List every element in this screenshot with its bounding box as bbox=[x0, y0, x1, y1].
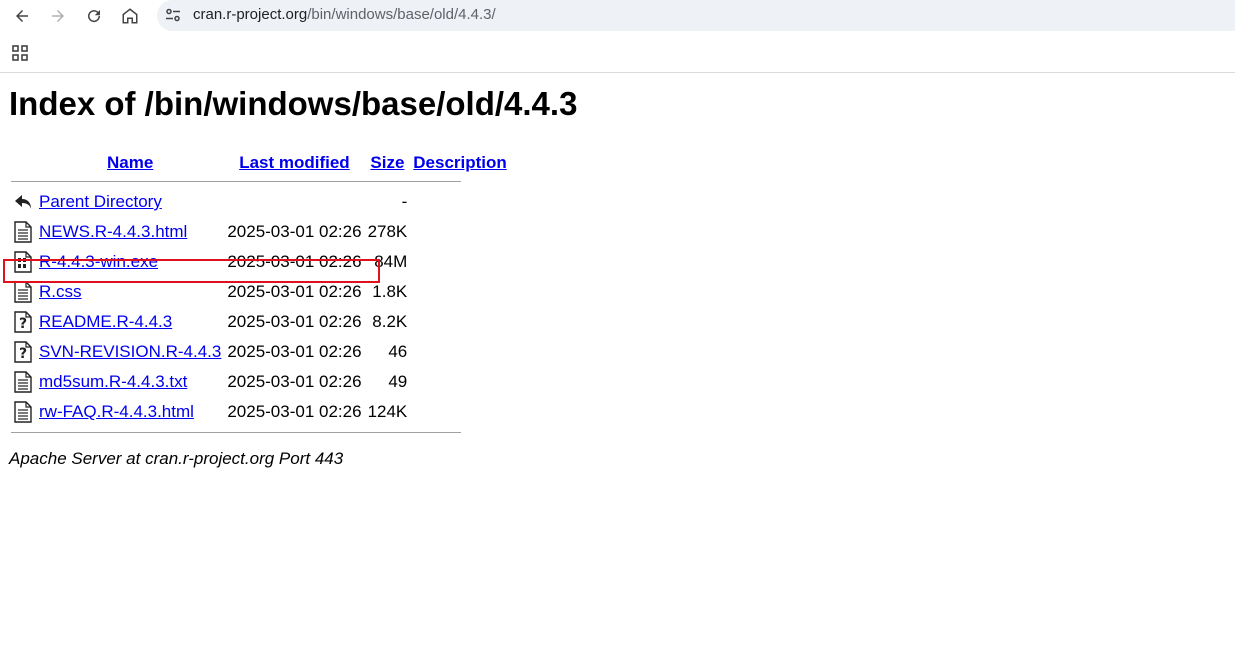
size-cell: 49 bbox=[388, 372, 408, 391]
file-icon-cell bbox=[11, 188, 35, 216]
url-text[interactable]: cran.r-project.org/bin/windows/base/old/… bbox=[193, 6, 496, 23]
file-link[interactable]: Parent Directory bbox=[39, 192, 162, 211]
file-name-cell: SVN-REVISION.R-4.4.3 bbox=[37, 338, 223, 366]
svg-text:?: ? bbox=[19, 346, 27, 362]
back-button[interactable] bbox=[10, 4, 34, 28]
header-description: Description bbox=[411, 151, 509, 175]
file-link[interactable]: md5sum.R-4.4.3.txt bbox=[39, 372, 187, 391]
file-icon-cell: ? bbox=[11, 338, 35, 366]
size-cell: 46 bbox=[388, 342, 408, 361]
file-icon-cell: ? bbox=[11, 308, 35, 336]
table-row: Parent Directory - bbox=[11, 188, 509, 216]
apps-grid-icon[interactable] bbox=[11, 44, 29, 62]
table-row: md5sum.R-4.4.3.txt 2025-03-01 02:26 49 bbox=[11, 368, 509, 396]
header-last-modified: Last modified bbox=[225, 151, 363, 175]
reload-button[interactable] bbox=[82, 4, 106, 28]
last-modified-cell bbox=[225, 188, 363, 216]
divider bbox=[11, 432, 461, 433]
bookmarks-bar bbox=[0, 34, 1235, 73]
back-folder-icon bbox=[13, 191, 33, 213]
description-cell bbox=[411, 368, 509, 396]
server-signature: Apache Server at cran.r-project.org Port… bbox=[9, 449, 344, 468]
svg-text:?: ? bbox=[19, 316, 27, 332]
site-settings-icon[interactable] bbox=[165, 7, 181, 23]
file-rows: Parent Directory - NEWS.R-4.4.3.html 2025-0… bbox=[11, 188, 509, 426]
url-path: /bin/windows/base/old/4.4.3/ bbox=[307, 6, 496, 23]
page-title: Index of /bin/windows/base/old/4.4.3 bbox=[9, 85, 578, 122]
table-row: NEWS.R-4.4.3.html 2025-03-01 02:26 278K bbox=[11, 218, 509, 246]
last-modified-cell: 2025-03-01 02:26 bbox=[227, 312, 362, 331]
file-link[interactable]: README.R-4.4.3 bbox=[39, 312, 172, 331]
reload-icon bbox=[88, 10, 101, 23]
table-row: rw-FAQ.R-4.4.3.html 2025-03-01 02:26 124K bbox=[11, 398, 509, 426]
home-icon bbox=[122, 8, 138, 24]
browser-toolbar: cran.r-project.org/bin/windows/base/old/… bbox=[0, 0, 1235, 32]
text-file-icon bbox=[13, 401, 33, 423]
last-modified-cell: 2025-03-01 02:26 bbox=[227, 342, 362, 361]
unknown-file-icon: ? bbox=[13, 341, 33, 363]
address-bar[interactable]: cran.r-project.org/bin/windows/base/old/… bbox=[157, 0, 1235, 31]
divider bbox=[11, 181, 461, 182]
size-cell: - bbox=[401, 192, 408, 211]
description-cell bbox=[411, 338, 509, 366]
file-name-cell: rw-FAQ.R-4.4.3.html bbox=[37, 398, 223, 426]
description-cell bbox=[411, 248, 509, 276]
last-modified-cell: 2025-03-01 02:26 bbox=[227, 372, 362, 391]
header-icon-cell bbox=[11, 151, 35, 175]
file-link[interactable]: R.css bbox=[39, 282, 82, 301]
file-name-cell: Parent Directory bbox=[37, 188, 223, 216]
text-file-icon bbox=[13, 281, 33, 303]
forward-button[interactable] bbox=[46, 4, 70, 28]
file-icon-cell bbox=[11, 398, 35, 426]
arrow-right-icon bbox=[52, 10, 64, 22]
description-cell bbox=[411, 278, 509, 306]
text-file-icon bbox=[13, 221, 33, 243]
sort-by-modified-link[interactable]: Last modified bbox=[239, 153, 350, 172]
file-link[interactable]: rw-FAQ.R-4.4.3.html bbox=[39, 402, 194, 421]
size-cell: 124K bbox=[367, 402, 408, 421]
highlight-box bbox=[3, 259, 380, 283]
sort-by-description-link[interactable]: Description bbox=[413, 153, 507, 172]
header-divider-row bbox=[11, 177, 509, 186]
description-cell bbox=[411, 308, 509, 336]
description-cell bbox=[411, 218, 509, 246]
file-listing-table: Name Last modified Size Description Pare… bbox=[9, 149, 511, 439]
arrow-left-icon bbox=[16, 10, 28, 22]
file-link[interactable]: SVN-REVISION.R-4.4.3 bbox=[39, 342, 221, 361]
last-modified-cell: 2025-03-01 02:26 bbox=[227, 222, 362, 241]
file-name-cell: md5sum.R-4.4.3.txt bbox=[37, 368, 223, 396]
unknown-file-icon: ? bbox=[13, 311, 33, 333]
last-modified-cell: 2025-03-01 02:26 bbox=[227, 402, 362, 421]
description-cell bbox=[411, 188, 509, 216]
file-name-cell: README.R-4.4.3 bbox=[37, 308, 223, 336]
header-name: Name bbox=[37, 151, 223, 175]
table-header-row: Name Last modified Size Description bbox=[11, 151, 509, 175]
size-cell: 8.2K bbox=[372, 312, 408, 331]
table-row: ? SVN-REVISION.R-4.4.3 2025-03-01 02:26 46 bbox=[11, 338, 509, 366]
description-cell bbox=[411, 398, 509, 426]
file-icon-cell bbox=[11, 368, 35, 396]
sort-by-name-link[interactable]: Name bbox=[107, 153, 153, 172]
size-cell: 278K bbox=[367, 222, 408, 241]
file-icon-cell bbox=[11, 218, 35, 246]
file-name-cell: NEWS.R-4.4.3.html bbox=[37, 218, 223, 246]
home-button[interactable] bbox=[118, 4, 142, 28]
url-domain: cran.r-project.org bbox=[193, 6, 308, 23]
text-file-icon bbox=[13, 371, 33, 393]
file-link[interactable]: NEWS.R-4.4.3.html bbox=[39, 222, 187, 241]
table-row: ? README.R-4.4.3 2025-03-01 02:26 8.2K bbox=[11, 308, 509, 336]
footer-divider-row bbox=[11, 428, 509, 437]
sort-by-size-link[interactable]: Size bbox=[370, 153, 404, 172]
header-size: Size bbox=[366, 151, 410, 175]
